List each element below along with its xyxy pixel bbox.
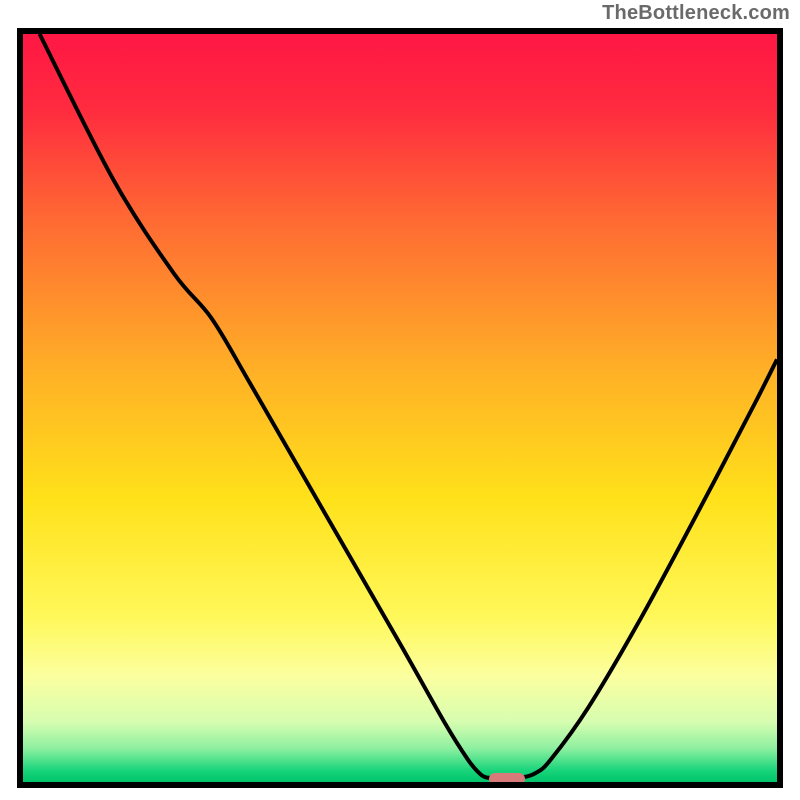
- chart-container: TheBottleneck.com: [0, 0, 800, 800]
- attribution-text: TheBottleneck.com: [602, 2, 790, 25]
- plot-frame: [17, 28, 783, 788]
